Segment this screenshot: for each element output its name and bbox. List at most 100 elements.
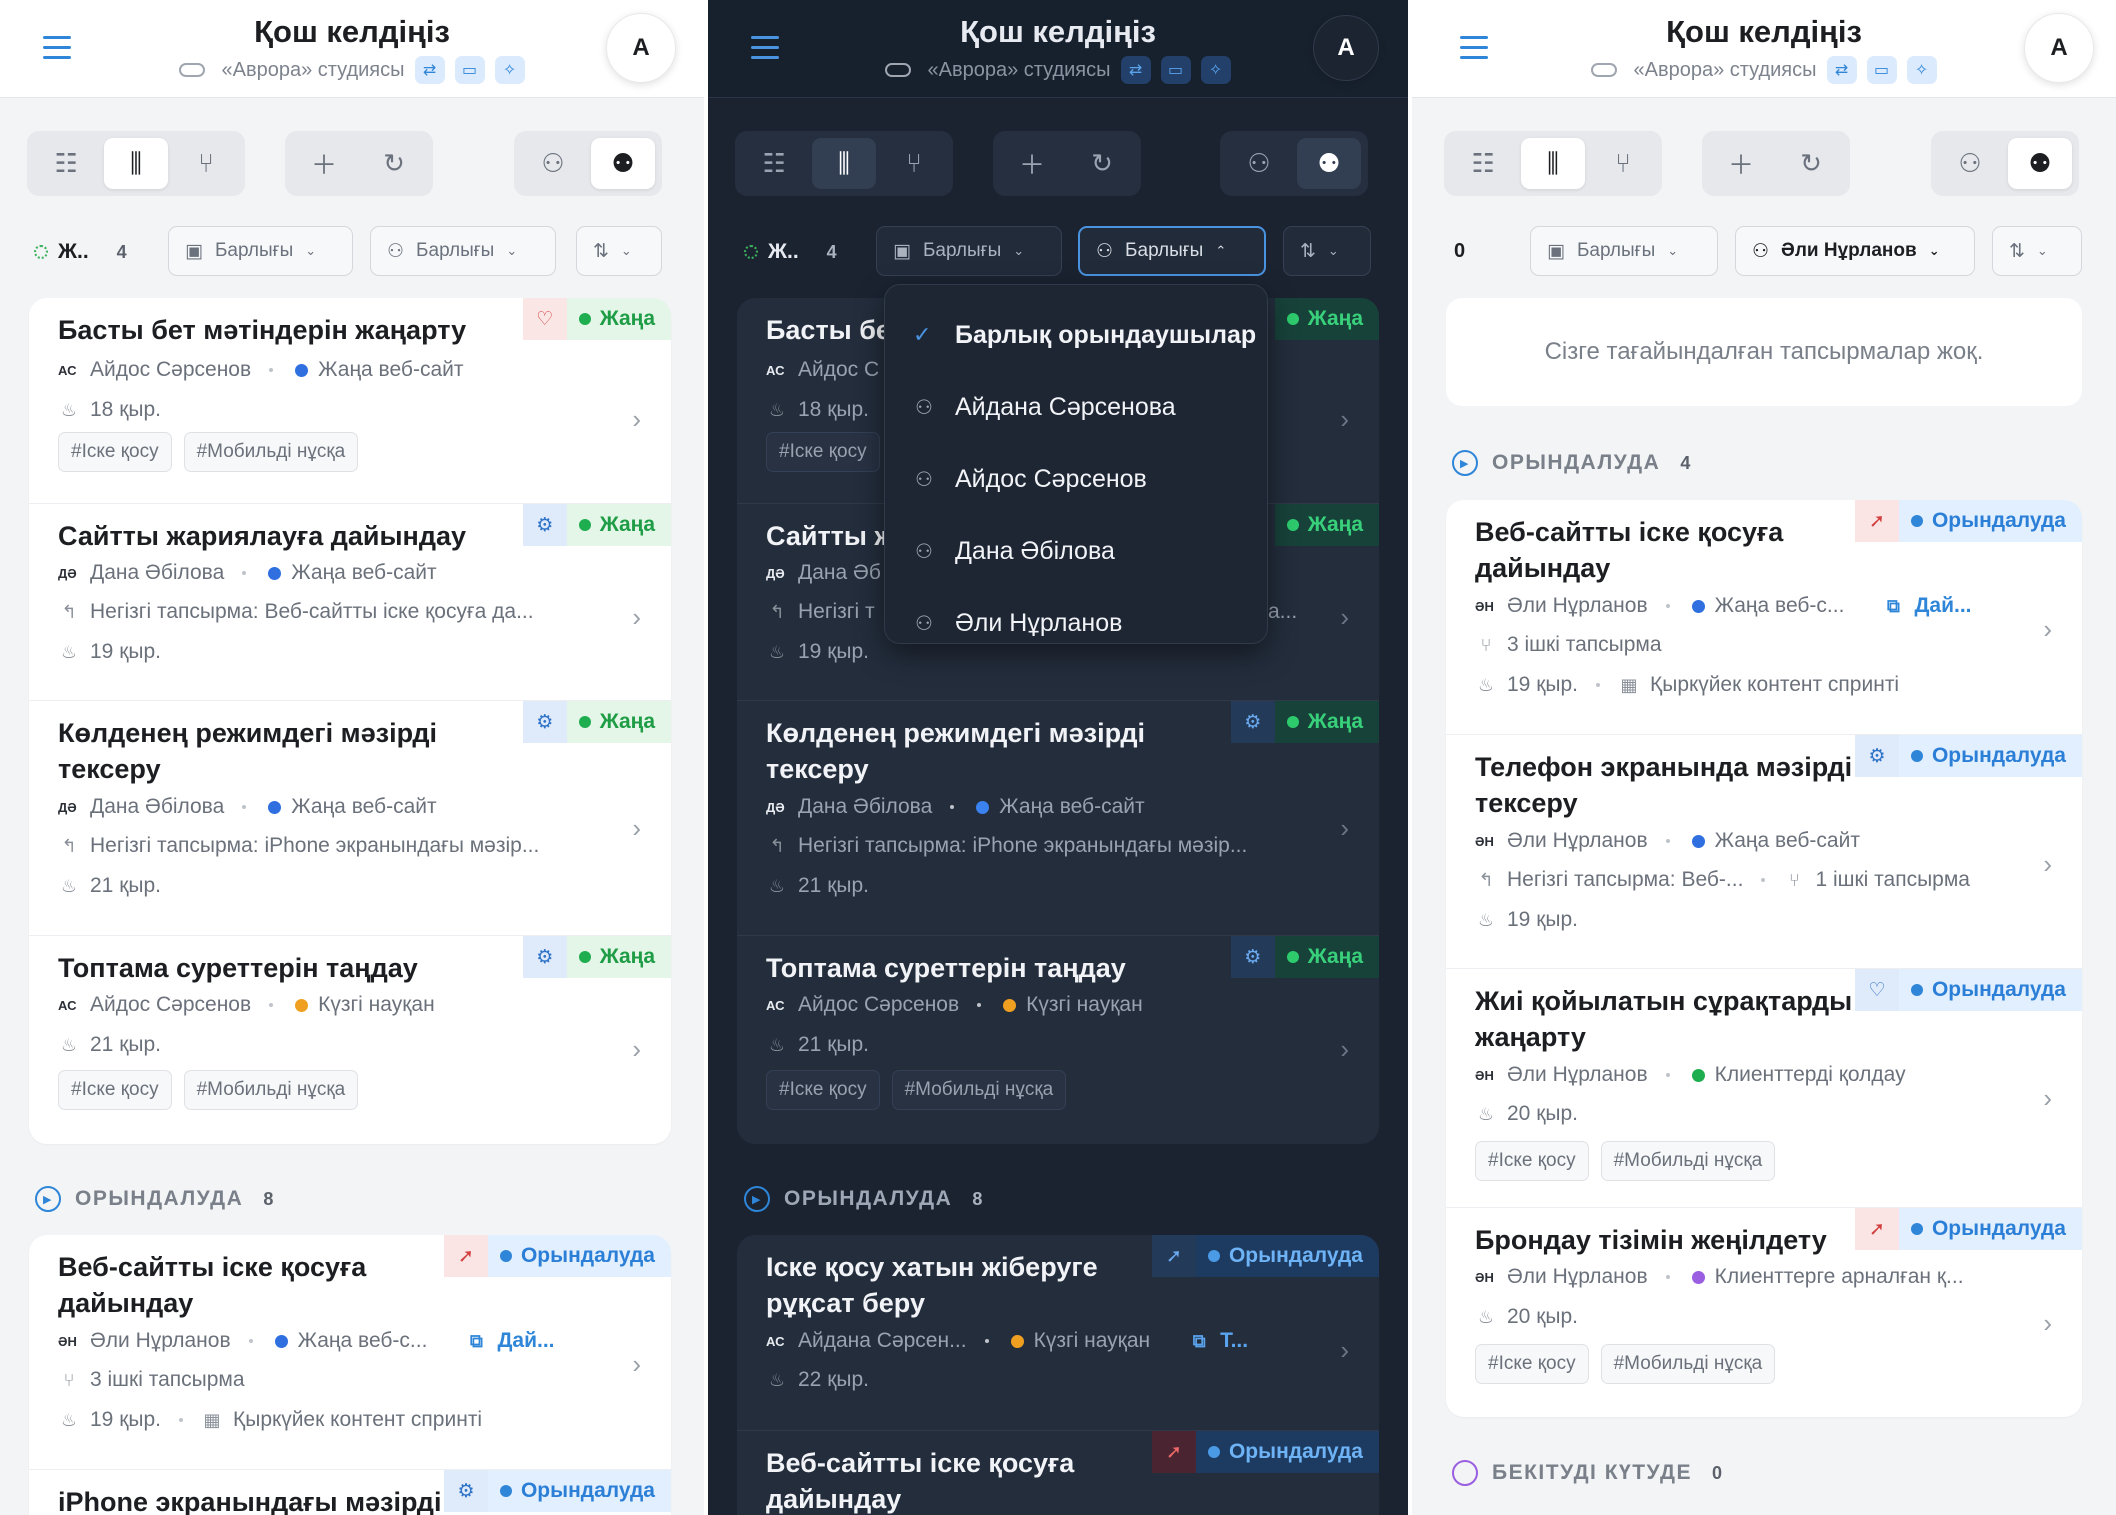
- tag[interactable]: #Мобильді нұсқа: [1600, 1141, 1776, 1181]
- team-icon[interactable]: ⚉: [591, 138, 655, 189]
- dropdown-option[interactable]: ⚇ Әли Нұрланов: [885, 587, 1267, 659]
- status-group-toggle[interactable]: Ж.. 4: [34, 240, 127, 264]
- status-group-toggle[interactable]: Ж.. 4: [744, 240, 837, 264]
- list-view-icon[interactable]: ☷: [34, 138, 98, 189]
- option-label: Айдос Сәрсенов: [955, 464, 1147, 493]
- add-icon[interactable]: ＋: [1709, 138, 1773, 189]
- status-badge: ➚ Орындалуда: [1151, 1431, 1379, 1473]
- task-card[interactable]: Брондау тізімін жеңілдету ➚ Орындалуда ӘН…: [1446, 1207, 2082, 1417]
- scope-switcher: ⚇ ⚉: [1931, 131, 2079, 196]
- assignee-filter[interactable]: ⚇ Барлығы ⌃: [1078, 226, 1266, 276]
- assignee-name: Әли Нұрланов: [1507, 829, 1648, 852]
- chat-icon[interactable]: ▭: [1866, 56, 1897, 84]
- project-filter[interactable]: ▣ Барлығы ⌄: [1530, 226, 1718, 276]
- board-view-icon[interactable]: ⫼: [812, 138, 876, 189]
- assignee-initials: ӘН: [58, 1333, 77, 1349]
- tag[interactable]: #Мобильді нұсқа: [1600, 1344, 1776, 1384]
- single-user-icon[interactable]: ⚇: [521, 138, 585, 189]
- sort-button[interactable]: ⇅ ⌄: [576, 226, 662, 276]
- task-card[interactable]: Топтама суреттерін таңдау ⚙ Жаңа АС Айдос …: [29, 935, 671, 1144]
- sparkle-icon[interactable]: ✧: [494, 56, 525, 84]
- task-card[interactable]: Жиі қойылатын сұрақтарды жаңарту ♡ Орында…: [1446, 968, 2082, 1207]
- tag[interactable]: #Іске қосу: [766, 432, 880, 472]
- avatar[interactable]: A: [2024, 13, 2094, 83]
- assignee-name: Әли Нұрланов: [90, 1329, 231, 1352]
- status-text: Орындалуда: [1931, 744, 2066, 767]
- task-card[interactable]: Басты бет мәтіндерін жаңарту ♡ Жаңа АС Айд…: [29, 298, 671, 503]
- task-age: ♨ 21 қыр.: [766, 874, 869, 898]
- refresh-icon[interactable]: ↻: [362, 138, 426, 189]
- task-card[interactable]: Веб-сайтты іске қосуға дайындау ➚ Орындал…: [1446, 500, 2082, 734]
- sync-icon[interactable]: ⇄: [414, 56, 445, 84]
- task-card[interactable]: Топтама суреттерін таңдау ⚙ Жаңа АС Айдос …: [737, 935, 1379, 1144]
- refresh-icon[interactable]: ↻: [1070, 138, 1134, 189]
- tag[interactable]: #Іске қосу: [1475, 1344, 1589, 1384]
- single-user-icon[interactable]: ⚇: [1227, 138, 1291, 189]
- option-label: Барлық орындаушылар: [955, 320, 1257, 349]
- task-card[interactable]: Веб-сайтты іске қосуға дайындау ➚ Орындал…: [737, 1430, 1379, 1515]
- section-header-in-progress[interactable]: ▶ ОРЫНДАЛУДА 8: [35, 1186, 273, 1212]
- board-view-icon[interactable]: ⫼: [104, 138, 168, 189]
- tag[interactable]: #Іске қосу: [58, 1070, 172, 1110]
- dropdown-option[interactable]: ⚇ Дана Әбілова: [885, 515, 1267, 587]
- section-count: 8: [263, 1188, 274, 1209]
- status-text: Орындалуда: [1931, 509, 2066, 532]
- dropdown-option[interactable]: ⚇ Айдос Сәрсенов: [885, 443, 1267, 515]
- sparkle-icon[interactable]: ✧: [1906, 56, 1937, 84]
- dropdown-option-all[interactable]: ✓ Барлық орындаушылар: [885, 299, 1267, 371]
- chevron-right-icon: ›: [2043, 1083, 2052, 1113]
- task-card[interactable]: Сайтты жариялауға дайындау ⚙ Жаңа ДӘ Дана …: [29, 503, 671, 700]
- tag[interactable]: #Мобильді нұсқа: [891, 1070, 1067, 1110]
- tag[interactable]: #Іске қосу: [1475, 1141, 1589, 1181]
- assignee-filter[interactable]: ⚇ Барлығы ⌄: [370, 226, 556, 276]
- avatar[interactable]: A: [606, 13, 676, 83]
- task-card[interactable]: iPhone экранындағы мәзірді ⚙ Орындалуда: [29, 1469, 671, 1515]
- section-header-awaiting[interactable]: БЕКІТУДІ КҮТУДЕ 0: [1452, 1460, 1722, 1486]
- add-icon[interactable]: ＋: [1000, 138, 1064, 189]
- tag[interactable]: #Мобильді нұсқа: [183, 432, 359, 472]
- linked-item[interactable]: Т...: [1220, 1329, 1248, 1353]
- task-card[interactable]: Веб-сайтты іске қосуға дайындау ➚ Орындал…: [29, 1235, 671, 1469]
- sort-button[interactable]: ⇅ ⌄: [1283, 226, 1371, 276]
- task-meta: АС Айдос С: [766, 358, 879, 382]
- branch-view-icon[interactable]: ⑂: [174, 138, 238, 189]
- task-card[interactable]: Телефон экранында мәзірді тексеру ⚙ Орынд…: [1446, 734, 2082, 968]
- assignee-filter[interactable]: ⚇ Әли Нұрланов ⌄: [1735, 226, 1975, 276]
- task-card[interactable]: Көлденең режимдегі мәзірді тексеру ⚙ Жаңа…: [737, 700, 1379, 935]
- parent-text: Негізгі тапсырма: iPhone экранындағы мәз…: [90, 834, 540, 857]
- tag[interactable]: #Мобильді нұсқа: [183, 1070, 359, 1110]
- status-text: Жаңа: [599, 710, 655, 733]
- task-card[interactable]: Көлденең режимдегі мәзірді тексеру ⚙ Жаңа…: [29, 700, 671, 935]
- single-user-icon[interactable]: ⚇: [1938, 138, 2002, 189]
- tag[interactable]: #Іске қосу: [766, 1070, 880, 1110]
- branch-view-icon[interactable]: ⑂: [882, 138, 946, 189]
- sort-icon: ⇅: [2009, 240, 2025, 262]
- sparkle-icon[interactable]: ✧: [1200, 56, 1231, 84]
- dropdown-option[interactable]: ⚇ Айдана Сәрсенова: [885, 371, 1267, 443]
- chat-icon[interactable]: ▭: [1160, 56, 1191, 84]
- refresh-icon[interactable]: ↻: [1779, 138, 1843, 189]
- project-filter[interactable]: ▣ Барлығы ⌄: [876, 226, 1062, 276]
- board-view-icon[interactable]: ⫼: [1521, 138, 1585, 189]
- list-view-icon[interactable]: ☷: [742, 138, 806, 189]
- team-icon[interactable]: ⚉: [2008, 138, 2072, 189]
- chat-icon[interactable]: ▭: [454, 56, 485, 84]
- linked-item[interactable]: Дай...: [1914, 594, 1971, 618]
- project-filter[interactable]: ▣ Барлығы ⌄: [168, 226, 353, 276]
- tag[interactable]: #Іске қосу: [58, 432, 172, 472]
- sort-button[interactable]: ⇅ ⌄: [1992, 226, 2082, 276]
- linked-item[interactable]: Дай...: [497, 1329, 554, 1353]
- section-header-in-progress[interactable]: ▶ ОРЫНДАЛУДА 8: [744, 1186, 982, 1212]
- team-icon[interactable]: ⚉: [1297, 138, 1361, 189]
- sync-icon[interactable]: ⇄: [1120, 56, 1151, 84]
- list-view-icon[interactable]: ☷: [1451, 138, 1515, 189]
- section-header-in-progress[interactable]: ▶ ОРЫНДАЛУДА 4: [1452, 450, 1690, 476]
- chevron-right-icon: ›: [1340, 813, 1349, 843]
- branch-view-icon[interactable]: ⑂: [1591, 138, 1655, 189]
- avatar[interactable]: A: [1313, 15, 1379, 81]
- add-icon[interactable]: ＋: [292, 138, 356, 189]
- parent-text: Негізгі тапсырма: Веб-сайтты іске қосуға…: [90, 600, 534, 623]
- sync-icon[interactable]: ⇄: [1826, 56, 1857, 84]
- task-card[interactable]: Іске қосу хатын жіберуге рұқсат беру ➚ Ор…: [737, 1235, 1379, 1430]
- task-count: 0: [1454, 240, 1466, 262]
